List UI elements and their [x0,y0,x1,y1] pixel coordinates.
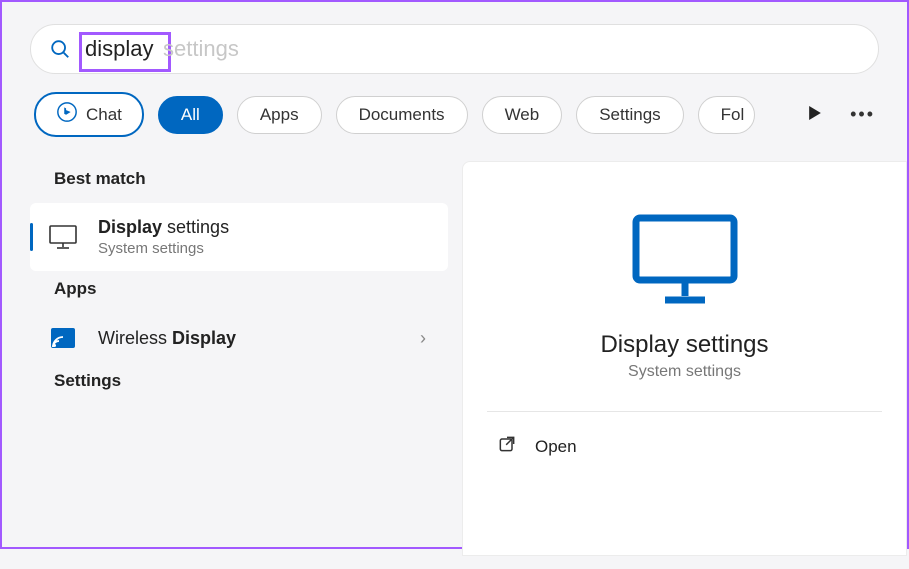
search-icon [49,38,71,60]
filter-documents[interactable]: Documents [336,96,468,134]
result-text: Display settings System settings [98,217,432,257]
result-subtitle: System settings [98,240,432,257]
chevron-right-icon: › [420,328,432,349]
section-header-apps: Apps [54,279,448,299]
filter-overflow: ••• [808,104,875,125]
details-subtitle: System settings [487,363,882,381]
section-header-settings: Settings [54,371,448,391]
result-wireless-display[interactable]: Wireless Display › [30,313,448,363]
filter-label: Web [505,105,540,125]
more-options-icon[interactable]: ••• [850,104,875,125]
details-panel: Display settings System settings Open [462,161,907,556]
scroll-right-icon[interactable] [808,104,822,125]
filter-label: Chat [86,105,122,125]
search-input-wrap: display settings [83,36,860,62]
search-bar[interactable]: display settings [30,24,879,74]
filter-web[interactable]: Web [482,96,563,134]
filter-all[interactable]: All [158,96,223,134]
filter-label: Fol [721,105,745,125]
monitor-icon [42,224,84,250]
details-title: Display settings [487,331,882,359]
details-monitor-icon [487,212,882,307]
bing-chat-icon [56,101,78,128]
filter-folders[interactable]: Fol [698,96,756,134]
results-column: Best match Display settings System setti… [2,161,462,556]
result-display-settings[interactable]: Display settings System settings [30,203,448,271]
section-header-best-match: Best match [54,169,448,189]
result-title: Wireless Display [98,328,420,349]
action-label: Open [535,437,577,457]
search-input[interactable] [83,36,860,62]
filter-row: Chat All Apps Documents Web Settings Fol… [2,92,907,137]
filter-chat[interactable]: Chat [34,92,144,137]
filter-apps[interactable]: Apps [237,96,322,134]
start-search-panel: display settings Chat All Apps Documents… [2,24,907,569]
main-content: Best match Display settings System setti… [2,161,907,556]
open-external-icon [497,434,517,459]
result-text: Wireless Display [98,328,420,349]
action-open[interactable]: Open [487,412,882,481]
filter-label: All [181,105,200,125]
filter-settings[interactable]: Settings [576,96,683,134]
cast-icon [42,327,84,349]
filter-label: Settings [599,105,660,125]
result-title: Display settings [98,217,432,238]
filter-label: Documents [359,105,445,125]
filter-label: Apps [260,105,299,125]
